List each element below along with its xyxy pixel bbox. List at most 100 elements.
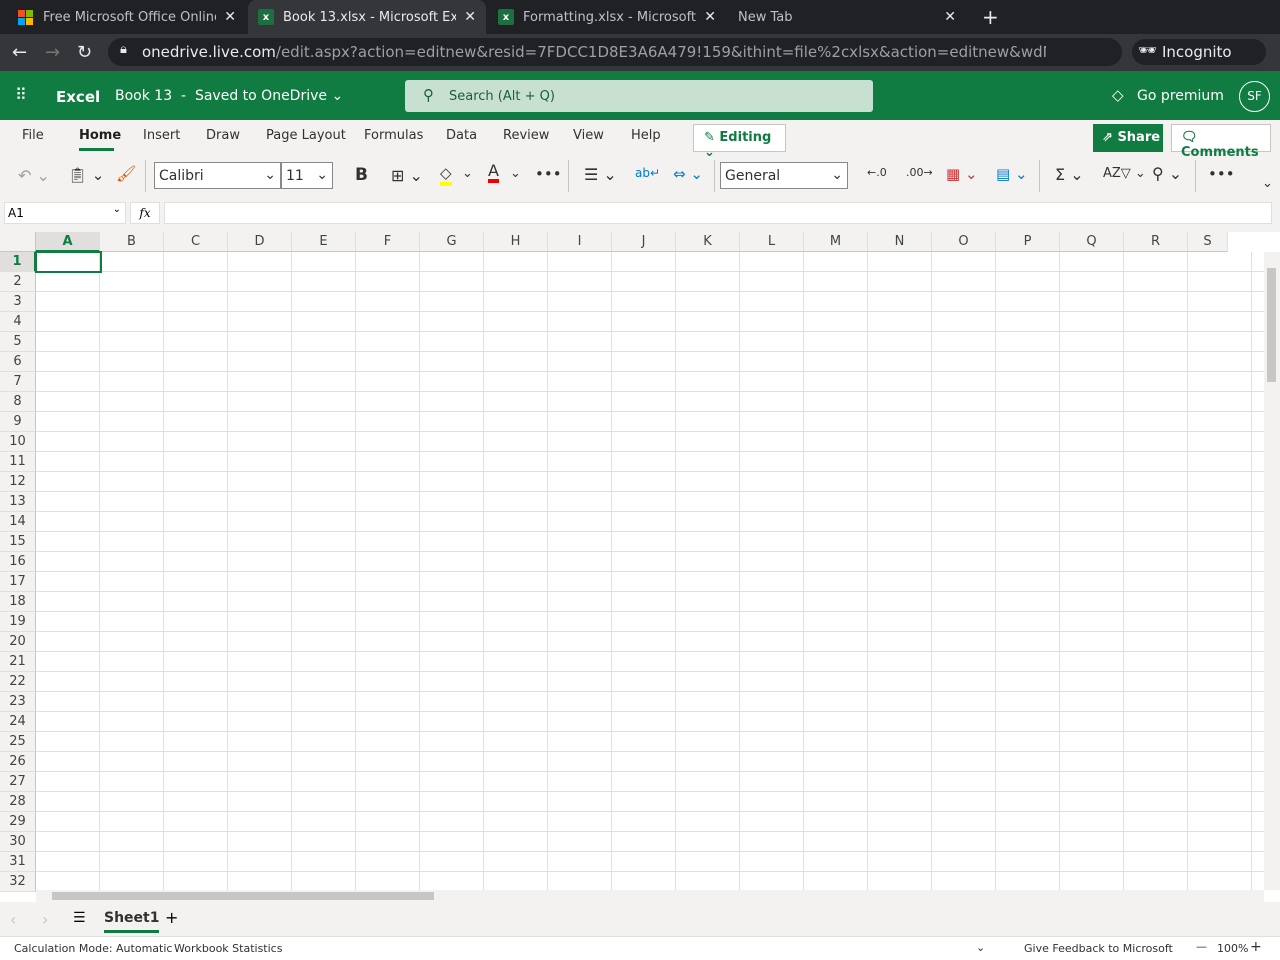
row-header[interactable]: 17: [0, 572, 36, 592]
row-header[interactable]: 22: [0, 672, 36, 692]
column-header[interactable]: Q: [1060, 232, 1124, 252]
font-size-select[interactable]: 11 ⌄: [281, 162, 333, 189]
conditional-format-icon[interactable]: ▦ ⌄: [946, 165, 978, 183]
zoom-out-icon[interactable]: —: [1196, 940, 1207, 953]
increase-decimal-icon[interactable]: ←.0: [867, 166, 887, 179]
more-icon[interactable]: •••: [535, 165, 562, 183]
ribbon-tab-formulas[interactable]: Formulas: [364, 128, 423, 143]
active-cell[interactable]: [35, 251, 102, 273]
row-header[interactable]: 30: [0, 832, 36, 852]
formula-input[interactable]: [164, 202, 1272, 224]
fill-color-icon[interactable]: ◇: [440, 164, 452, 186]
column-header[interactable]: N: [868, 232, 932, 252]
incognito-badge[interactable]: 🕶︎ Incognito: [1132, 39, 1266, 65]
chevron-down-icon[interactable]: ⌄: [976, 941, 985, 954]
document-title[interactable]: Book 13 - Saved to OneDrive ⌄: [115, 88, 343, 104]
column-header[interactable]: G: [420, 232, 484, 252]
select-all-button[interactable]: [0, 232, 36, 252]
reload-icon[interactable]: ↻: [77, 42, 92, 63]
column-header[interactable]: D: [228, 232, 292, 252]
editing-mode-button[interactable]: ✎ Editing ⌄: [693, 124, 786, 160]
row-header[interactable]: 8: [0, 392, 36, 412]
search-box[interactable]: ⚲ Search (Alt + Q): [405, 80, 873, 112]
row-header[interactable]: 20: [0, 632, 36, 652]
row-header[interactable]: 18: [0, 592, 36, 612]
insert-function-button[interactable]: fx: [130, 202, 160, 224]
row-header[interactable]: 1: [0, 252, 36, 272]
add-sheet-icon[interactable]: +: [165, 908, 178, 927]
column-header[interactable]: H: [484, 232, 548, 252]
zoom-level[interactable]: 100%: [1217, 942, 1248, 955]
column-header[interactable]: I: [548, 232, 612, 252]
all-sheets-icon[interactable]: ☰: [73, 910, 86, 926]
vertical-scrollbar[interactable]: [1264, 252, 1280, 890]
row-header[interactable]: 28: [0, 792, 36, 812]
zoom-in-icon[interactable]: +: [1250, 939, 1262, 955]
next-sheet-icon[interactable]: ›: [42, 910, 48, 929]
browser-tab[interactable]: Free Microsoft Office Online ✕: [8, 0, 246, 34]
browser-tab-active[interactable]: xBook 13.xlsx - Microsoft Excel✕: [248, 0, 486, 34]
number-format-select[interactable]: General ⌄: [720, 162, 848, 189]
merge-icon[interactable]: ⇔ ⌄: [673, 165, 703, 183]
avatar[interactable]: SF: [1239, 81, 1270, 112]
app-launcher-icon[interactable]: ⠿: [15, 85, 27, 104]
column-header[interactable]: F: [356, 232, 420, 252]
paste-icon[interactable]: 📋︎ ⌄: [68, 166, 104, 184]
go-premium-button[interactable]: Go premium: [1137, 88, 1224, 104]
undo-icon[interactable]: ↶ ⌄: [18, 166, 50, 185]
row-header[interactable]: 31: [0, 852, 36, 872]
autosum-icon[interactable]: Σ ⌄: [1055, 165, 1084, 184]
format-as-table-icon[interactable]: ▤ ⌄: [996, 165, 1028, 183]
wrap-text-icon[interactable]: ab↵: [635, 166, 660, 180]
row-header[interactable]: 7: [0, 372, 36, 392]
column-header[interactable]: A: [36, 232, 100, 252]
comments-button[interactable]: 🗨︎ Comments: [1171, 124, 1271, 160]
ribbon-tab-draw[interactable]: Draw: [206, 128, 240, 143]
more-options-icon[interactable]: •••: [1208, 165, 1235, 183]
bold-button[interactable]: B: [355, 165, 368, 185]
workbook-statistics[interactable]: Workbook Statistics: [174, 942, 282, 955]
row-header[interactable]: 14: [0, 512, 36, 532]
row-header[interactable]: 32: [0, 872, 36, 892]
column-header[interactable]: P: [996, 232, 1060, 252]
scroll-thumb[interactable]: [1267, 268, 1276, 382]
row-header[interactable]: 12: [0, 472, 36, 492]
row-header[interactable]: 24: [0, 712, 36, 732]
ribbon-tab-help[interactable]: Help: [631, 128, 661, 143]
sort-filter-icon[interactable]: AZ▽ ⌄: [1103, 166, 1146, 181]
row-header[interactable]: 26: [0, 752, 36, 772]
back-icon[interactable]: ←: [12, 42, 27, 63]
column-header[interactable]: K: [676, 232, 740, 252]
close-tab-icon[interactable]: ✕: [464, 9, 476, 25]
name-box[interactable]: A1 ⌄: [4, 202, 126, 224]
share-button[interactable]: ⇗ Share: [1093, 124, 1163, 152]
column-header[interactable]: B: [100, 232, 164, 252]
new-tab-button[interactable]: +: [972, 0, 1009, 34]
close-tab-icon[interactable]: ✕: [944, 9, 956, 25]
column-header[interactable]: R: [1124, 232, 1188, 252]
expand-ribbon-icon[interactable]: ⌄: [1262, 176, 1273, 191]
decrease-decimal-icon[interactable]: .00→: [906, 166, 933, 179]
row-header[interactable]: 9: [0, 412, 36, 432]
close-tab-icon[interactable]: ✕: [704, 9, 716, 25]
column-header[interactable]: O: [932, 232, 996, 252]
row-header[interactable]: 15: [0, 532, 36, 552]
ribbon-tab-home[interactable]: Home: [79, 128, 121, 143]
calc-mode[interactable]: Calculation Mode: Automatic: [14, 942, 172, 955]
format-painter-icon[interactable]: 🖌︎: [116, 164, 136, 183]
row-header[interactable]: 25: [0, 732, 36, 752]
url-input[interactable]: 🔒︎ onedrive.live.com/edit.aspx?action=edi…: [108, 38, 1122, 66]
row-header[interactable]: 19: [0, 612, 36, 632]
forward-icon[interactable]: →: [45, 42, 60, 63]
row-header[interactable]: 6: [0, 352, 36, 372]
scroll-thumb[interactable]: [52, 892, 434, 900]
find-icon[interactable]: ⚲ ⌄: [1152, 164, 1182, 183]
row-header[interactable]: 21: [0, 652, 36, 672]
row-header[interactable]: 2: [0, 272, 36, 292]
chevron-down-icon[interactable]: ⌄: [462, 166, 473, 181]
row-header[interactable]: 23: [0, 692, 36, 712]
row-header[interactable]: 29: [0, 812, 36, 832]
close-tab-icon[interactable]: ✕: [224, 9, 236, 25]
align-icon[interactable]: ☰ ⌄: [584, 165, 617, 184]
row-header[interactable]: 4: [0, 312, 36, 332]
